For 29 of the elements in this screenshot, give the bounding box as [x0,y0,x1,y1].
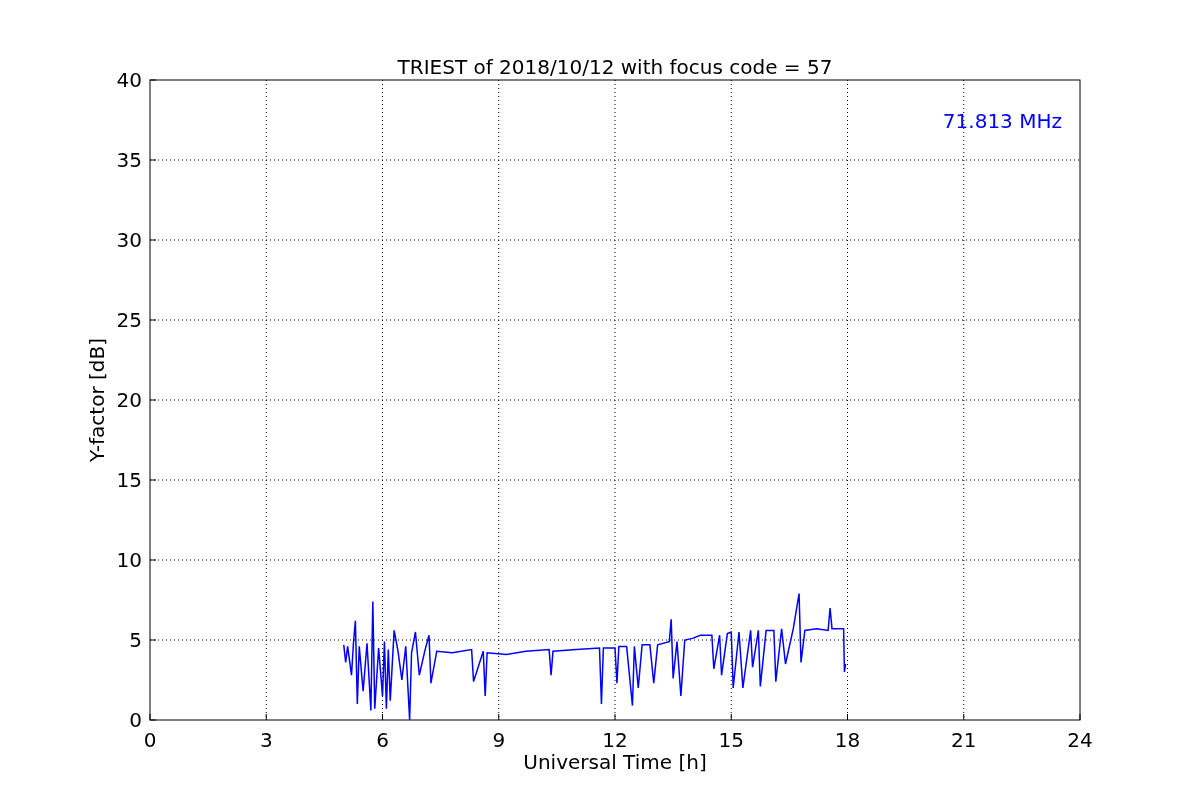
x-tick-label: 18 [834,728,861,752]
y-tick-label: 15 [116,468,142,492]
y-tick [149,319,157,321]
x-tick-label: 3 [259,728,273,752]
x-tick-label: 15 [718,728,744,752]
y-tick-label: 35 [116,148,142,172]
y-tick [149,399,157,401]
y-tick-label: 5 [129,628,142,652]
x-tick-label: 21 [951,728,977,752]
y-tick-label: 0 [129,708,142,732]
x-tick-label: 24 [1067,728,1093,752]
y-tick [149,479,157,481]
x-tick-label: 9 [492,728,506,752]
y-tick [149,239,157,241]
y-tick-label: 10 [116,548,142,572]
y-tick [149,639,157,641]
y-tick [149,159,157,161]
chart-title: TRIEST of 2018/10/12 with focus code = 57 [397,55,833,79]
x-tick-label: 6 [376,728,389,752]
y-tick [149,559,157,561]
y-tick-label: 20 [116,388,142,412]
x-axis-label: Universal Time [h] [523,750,707,774]
y-tick-label: 25 [116,308,142,332]
x-tick-label: 12 [602,728,628,752]
y-tick-label: 40 [116,68,142,92]
x-tick-label: 0 [143,728,157,752]
y-axis-label: Y-factor [dB] [85,338,109,462]
frequency-annotation: 71.813 MHz [942,109,1062,133]
y-tick-label: 30 [116,228,142,252]
